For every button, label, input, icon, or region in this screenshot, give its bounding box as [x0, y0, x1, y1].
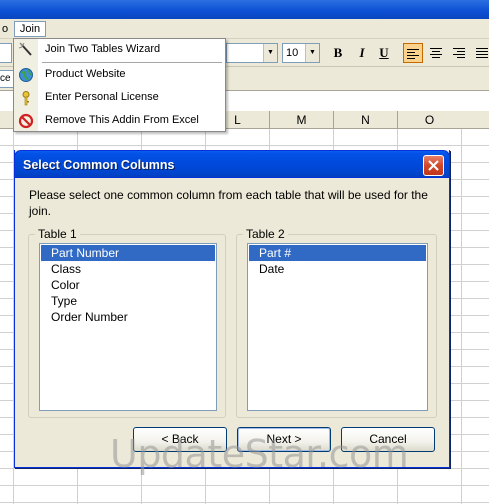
bold-button[interactable]: B: [328, 43, 348, 63]
justify-button[interactable]: [472, 43, 489, 63]
table1-groupbox: Table 1 Part Number Class Color Type Ord…: [28, 227, 226, 418]
underline-button[interactable]: U: [374, 43, 394, 63]
key-icon: [22, 91, 30, 106]
justify-icon: [476, 48, 488, 58]
table1-legend: Table 1: [35, 227, 80, 241]
align-left-button[interactable]: [403, 43, 423, 63]
table2-groupbox: Table 2 Part # Date: [236, 227, 437, 418]
align-left-icon: [407, 49, 419, 59]
list-item[interactable]: Color: [41, 277, 215, 293]
chevron-down-icon[interactable]: ▼: [305, 44, 319, 62]
globe-icon: [19, 68, 33, 82]
watermark: UpdateStar.com: [110, 432, 409, 476]
menu-item-enter-license[interactable]: Enter Personal License: [14, 87, 225, 109]
menu-bar: o Join: [0, 19, 489, 39]
font-name-combo[interactable]: ▼: [226, 43, 278, 63]
dialog-title: Select Common Columns: [23, 158, 175, 172]
align-right-button[interactable]: [449, 43, 469, 63]
chevron-down-icon[interactable]: ▼: [263, 44, 277, 62]
menu-separator: [42, 62, 222, 63]
font-size-combo[interactable]: 10 ▼: [282, 43, 320, 63]
menu-join[interactable]: Join: [14, 21, 46, 37]
align-center-button[interactable]: [426, 43, 446, 63]
toolbar-icon-partial[interactable]: [0, 43, 12, 63]
align-right-icon: [453, 48, 465, 58]
menu-item-join-wizard[interactable]: Join Two Tables Wizard: [14, 39, 225, 61]
column-header[interactable]: O: [397, 111, 461, 129]
column-header[interactable]: M: [269, 111, 333, 129]
close-icon: [428, 160, 439, 171]
dialog-title-bar[interactable]: Select Common Columns: [14, 150, 450, 178]
join-dropdown-menu: Join Two Tables Wizard Product Website E…: [13, 38, 226, 132]
select-common-columns-dialog: Select Common Columns Please select one …: [14, 150, 450, 468]
menu-item-label: Remove This Addin From Excel: [45, 114, 199, 126]
prohibited-icon: [18, 113, 34, 129]
wand-icon: [18, 42, 32, 56]
table2-legend: Table 2: [243, 227, 288, 241]
font-size-value: 10: [286, 47, 299, 59]
list-item[interactable]: Order Number: [41, 309, 215, 325]
close-button[interactable]: [423, 155, 444, 176]
menu-item-previous[interactable]: o: [0, 21, 12, 37]
list-item[interactable]: Part #: [249, 245, 426, 261]
column-header[interactable]: N: [333, 111, 397, 129]
menu-item-label: Enter Personal License: [45, 91, 159, 103]
menu-item-product-website[interactable]: Product Website: [14, 64, 225, 86]
table1-listbox[interactable]: Part Number Class Color Type Order Numbe…: [39, 243, 217, 411]
list-item[interactable]: Class: [41, 261, 215, 277]
menu-item-label: Join Two Tables Wizard: [45, 43, 161, 55]
menu-item-remove-addin[interactable]: Remove This Addin From Excel: [14, 110, 225, 132]
excel-title-bar: [0, 0, 489, 19]
align-center-icon: [430, 48, 442, 58]
instructions-text: Please select one common column from eac…: [29, 188, 428, 218]
list-item[interactable]: Part Number: [41, 245, 215, 261]
table2-listbox[interactable]: Part # Date: [247, 243, 428, 411]
menu-item-label: Product Website: [45, 68, 126, 80]
list-item[interactable]: Type: [41, 293, 215, 309]
italic-button[interactable]: I: [352, 43, 372, 63]
list-item[interactable]: Date: [249, 261, 426, 277]
